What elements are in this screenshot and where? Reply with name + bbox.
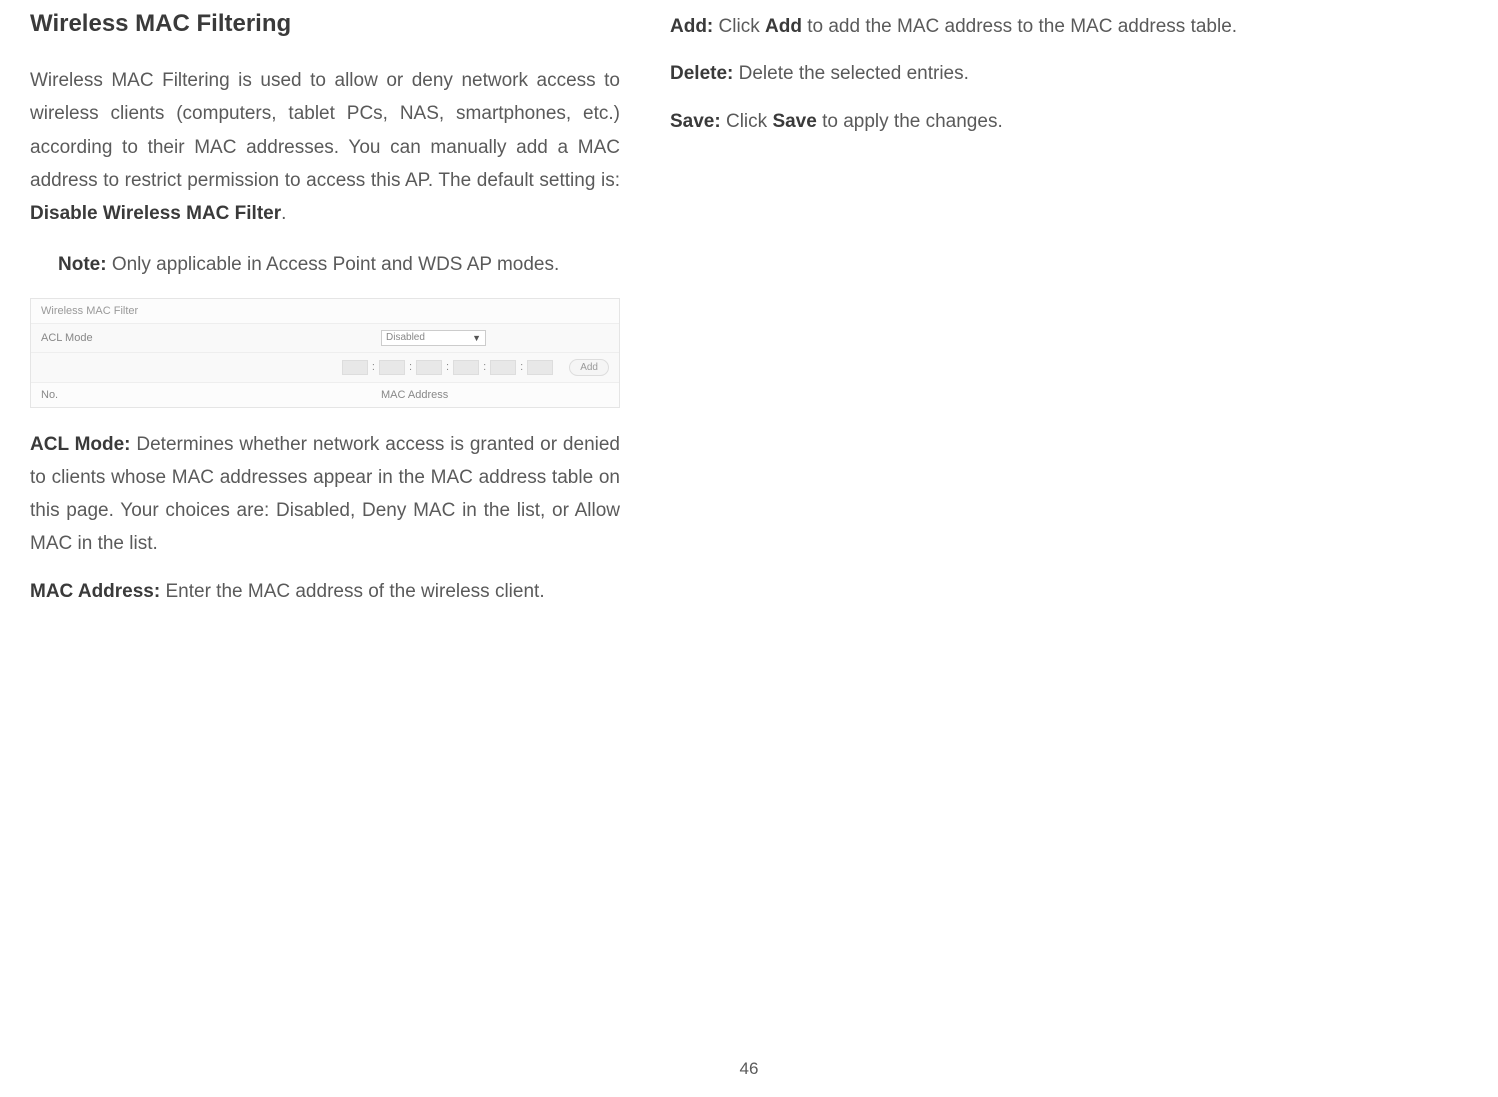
mac-separator: : [446, 361, 449, 373]
delete-term: Delete: [670, 63, 733, 84]
note-text: Only applicable in Access Point and WDS … [107, 254, 560, 275]
save-term: Save: [670, 111, 721, 132]
intro-text-1: Wireless MAC Filtering is used to allow … [30, 70, 620, 191]
add-desc-2: to add the MAC address to the MAC addres… [802, 16, 1237, 37]
mac-octet-input[interactable] [379, 360, 405, 375]
acl-mode-value: Disabled [386, 332, 425, 343]
mac-address-term: MAC Address: [30, 581, 160, 602]
section-heading: Wireless MAC Filtering [30, 10, 620, 38]
add-definition: Add: Click Add to add the MAC address to… [670, 10, 1290, 43]
add-bold: Add [765, 16, 802, 37]
save-definition: Save: Click Save to apply the changes. [670, 105, 1290, 138]
acl-mode-definition: ACL Mode: Determines whether network acc… [30, 428, 620, 561]
save-desc-1: Click [721, 111, 773, 132]
mac-separator: : [409, 361, 412, 373]
note-label: Note: [58, 254, 107, 275]
intro-paragraph: Wireless MAC Filtering is used to allow … [30, 64, 620, 230]
add-button[interactable]: Add [569, 359, 609, 376]
delete-desc: Delete the selected entries. [733, 63, 969, 84]
page-number: 46 [740, 1059, 759, 1079]
save-bold: Save [772, 111, 816, 132]
mac-octet-input[interactable] [342, 360, 368, 375]
intro-text-2: . [281, 203, 286, 224]
mac-octet-input[interactable] [490, 360, 516, 375]
acl-mode-row: ACL Mode Disabled ▼ [31, 324, 619, 353]
mac-separator: : [520, 361, 523, 373]
col-mac-header: MAC Address [381, 389, 448, 401]
save-desc-2: to apply the changes. [817, 111, 1003, 132]
mac-separator: : [483, 361, 486, 373]
acl-mode-term: ACL Mode: [30, 434, 131, 455]
acl-mode-select[interactable]: Disabled ▼ [381, 330, 486, 346]
mac-octet-input[interactable] [527, 360, 553, 375]
mac-address-definition: MAC Address: Enter the MAC address of th… [30, 575, 620, 608]
intro-bold: Disable Wireless MAC Filter [30, 203, 281, 224]
mac-address-desc: Enter the MAC address of the wireless cl… [160, 581, 544, 602]
mac-filter-screenshot: Wireless MAC Filter ACL Mode Disabled ▼ … [30, 298, 620, 408]
col-no-header: No. [41, 389, 381, 401]
mac-table-header: No. MAC Address [31, 383, 619, 407]
screenshot-title: Wireless MAC Filter [31, 299, 619, 324]
chevron-down-icon: ▼ [472, 333, 481, 343]
add-term: Add: [670, 16, 713, 37]
add-desc-1: Click [713, 16, 765, 37]
note-paragraph: Note: Only applicable in Access Point an… [58, 248, 620, 281]
acl-mode-label: ACL Mode [41, 332, 381, 344]
mac-octet-input[interactable] [453, 360, 479, 375]
delete-definition: Delete: Delete the selected entries. [670, 57, 1290, 90]
mac-octet-input[interactable] [416, 360, 442, 375]
mac-octet-group: : : : : : Add [342, 359, 609, 376]
mac-input-row: : : : : : Add [31, 353, 619, 383]
mac-separator: : [372, 361, 375, 373]
